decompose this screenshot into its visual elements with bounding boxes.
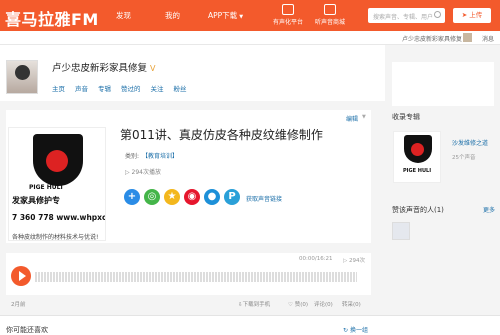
forward-button[interactable]: 转采(0) bbox=[342, 300, 361, 308]
get-sound-link[interactable]: 获取声音链接 bbox=[246, 194, 282, 203]
user-status-bar: 卢少忠皮新彩家具修复 消息 bbox=[0, 31, 500, 45]
tieba-icon[interactable]: P bbox=[224, 189, 240, 205]
search-input[interactable]: 搜索声音、专辑、用户 bbox=[368, 8, 445, 23]
messages-link[interactable]: 消息 bbox=[482, 34, 494, 43]
verified-badge-icon: V bbox=[150, 64, 156, 73]
logged-in-username[interactable]: 卢少忠皮新彩家具修复 bbox=[402, 34, 462, 43]
tab-sounds[interactable]: 声音 bbox=[75, 85, 88, 93]
track-title: 第011讲、真皮仿皮各种皮纹维修制作 bbox=[120, 128, 323, 142]
top-navigation-bar: 喜马拉雅FM 发现 我的 APP下载 ▼ 有声化平台 听声音商城 搜索声音、专辑、… bbox=[0, 0, 500, 31]
nav-app-download-label: APP下载 bbox=[208, 11, 238, 20]
track-cover-image: PIGE HULI 发家具修护专 7 360 778 www.whpxc. bbox=[8, 127, 106, 241]
share-plus-icon[interactable]: + bbox=[124, 189, 140, 205]
avatar[interactable] bbox=[6, 60, 38, 94]
category-tag[interactable]: 【教育培训】 bbox=[142, 153, 178, 160]
upload-button[interactable]: ➤ 上传 bbox=[453, 8, 491, 23]
audio-platform-label: 有声化平台 bbox=[272, 19, 303, 26]
cover-headline: 发家具修护专 bbox=[12, 196, 60, 205]
audio-platform-button[interactable]: 有声化平台 bbox=[264, 4, 312, 26]
like-button[interactable]: ♡ 赞(0) bbox=[288, 300, 308, 308]
upload-label: 上传 bbox=[469, 11, 483, 19]
cover-phone: 7 360 778 www.whpxc. bbox=[12, 213, 106, 222]
nav-discover[interactable]: 发现 bbox=[116, 10, 131, 21]
store-icon bbox=[324, 4, 336, 15]
microphone-icon bbox=[282, 4, 294, 15]
refresh-icon: ↻ bbox=[343, 327, 350, 334]
album-name[interactable]: 沙发维修之道 bbox=[452, 138, 488, 147]
comment-button[interactable]: 评论(0) bbox=[314, 300, 333, 308]
sound-mall-button[interactable]: 听声音商城 bbox=[306, 4, 354, 26]
chevron-down-icon[interactable]: ▼ bbox=[362, 114, 366, 120]
track-description: 各种皮纹制作的材料技术与优说! bbox=[12, 234, 99, 241]
track-plays: ▷ 294次播放 bbox=[125, 167, 161, 176]
logo-shield-icon bbox=[33, 134, 83, 186]
download-label: 下载到手机 bbox=[242, 302, 271, 308]
site-logo[interactable]: 喜马拉雅FM bbox=[5, 6, 99, 30]
like-label: 赞(0) bbox=[294, 302, 308, 308]
play-count-text: 294次播放 bbox=[131, 169, 161, 176]
qzone-star-icon[interactable]: ★ bbox=[164, 189, 180, 205]
player-play-count: ▷ 294次 bbox=[343, 256, 365, 264]
wechat-icon[interactable]: ◎ bbox=[144, 189, 160, 205]
you-may-like-title: 你可能还喜欢 bbox=[6, 326, 48, 334]
profile-tabs: 主页 声音 专辑 赞过的 关注 粉丝 bbox=[52, 83, 197, 93]
search-icon[interactable] bbox=[434, 11, 441, 18]
download-to-phone[interactable]: ⇩下载到手机 bbox=[238, 300, 270, 308]
search-placeholder: 搜索声音、专辑、用户 bbox=[373, 14, 434, 21]
profile-header: 卢少忠皮新彩家具修复 V 主页 声音 专辑 赞过的 关注 粉丝 bbox=[0, 45, 385, 101]
nav-mine[interactable]: 我的 bbox=[165, 10, 180, 21]
weibo-icon[interactable]: ◉ bbox=[184, 189, 200, 205]
sound-mall-label: 听声音商城 bbox=[314, 19, 345, 26]
profile-name-text: 卢少忠皮新彩家具修复 bbox=[52, 63, 148, 74]
thumbs-up-icon: ♡ bbox=[288, 302, 295, 308]
album-cover-text: PIGE HULI bbox=[403, 168, 432, 174]
tab-liked[interactable]: 赞过的 bbox=[121, 85, 141, 93]
refresh-recommendations[interactable]: ↻ 换一组 bbox=[343, 325, 368, 334]
liked-by-title: 赞该声音的人(1) bbox=[392, 206, 444, 214]
share-bar: + ◎ ★ ◉ ● P bbox=[124, 187, 244, 207]
recommendations-header: 你可能还喜欢 ↻ 换一组 bbox=[0, 315, 500, 335]
track-category: 类别: 【教育培训】 bbox=[125, 151, 178, 160]
waveform-progress[interactable] bbox=[35, 272, 357, 282]
publish-date: 2月前 bbox=[11, 302, 26, 308]
tab-albums[interactable]: 专辑 bbox=[98, 85, 111, 93]
included-albums-title: 收录专辑 bbox=[392, 113, 420, 121]
player-time: 00:00/16:21 bbox=[299, 256, 333, 262]
category-label: 类别: bbox=[125, 153, 140, 160]
edit-link[interactable]: 编辑 bbox=[346, 114, 358, 123]
more-link[interactable]: 更多 bbox=[483, 205, 495, 214]
nav-app-download[interactable]: APP下载 ▼ bbox=[208, 10, 243, 21]
refresh-label: 换一组 bbox=[349, 327, 368, 334]
album-sound-count: 25个声音 bbox=[452, 155, 476, 161]
qq-icon[interactable]: ● bbox=[204, 189, 220, 205]
tab-home[interactable]: 主页 bbox=[52, 85, 65, 93]
profile-name[interactable]: 卢少忠皮新彩家具修复 V bbox=[52, 60, 156, 74]
chevron-down-icon: ▼ bbox=[239, 14, 244, 20]
track-actions: 2月前 ⇩下载到手机 ♡ 赞(0) 评论(0) 转采(0) bbox=[6, 298, 371, 310]
tab-following[interactable]: 关注 bbox=[151, 85, 164, 93]
player-play-count-text: 294次 bbox=[348, 258, 365, 264]
logo-shield-icon bbox=[404, 135, 432, 163]
play-button[interactable] bbox=[11, 266, 31, 286]
album-cover[interactable]: PIGE HULI bbox=[393, 131, 441, 183]
avatar[interactable] bbox=[392, 222, 410, 240]
tab-fans[interactable]: 粉丝 bbox=[174, 85, 187, 93]
cover-brand-text: PIGE HULI bbox=[29, 184, 63, 191]
sidebar-ad-slot bbox=[392, 62, 494, 106]
user-avatar-small[interactable] bbox=[463, 33, 472, 42]
